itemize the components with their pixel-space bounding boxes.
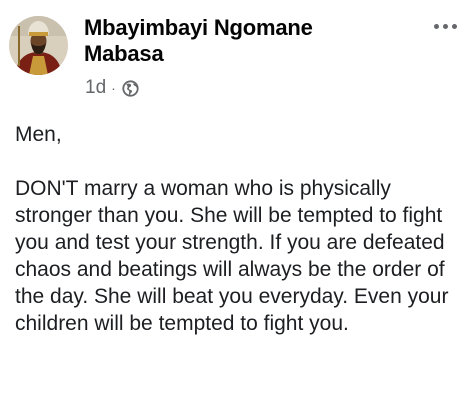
more-options-dot (451, 23, 457, 29)
more-options-icon (433, 23, 439, 29)
post-text: Men, DON'T marry a woman who is physical… (15, 121, 463, 337)
facebook-post: Mbayimbayi Ngomane Mabasa 1d · Men, DON'… (0, 0, 468, 403)
avatar[interactable] (9, 16, 68, 75)
post-meta: 1d · (85, 77, 139, 99)
author-name[interactable]: Mbayimbayi Ngomane Mabasa (84, 15, 374, 67)
post-greeting: Men, (15, 123, 62, 146)
timestamp[interactable]: 1d (85, 77, 106, 99)
more-options-button[interactable] (427, 16, 463, 36)
separator: · (111, 80, 116, 96)
globe-icon[interactable] (122, 79, 139, 97)
more-options-dot (442, 23, 448, 29)
post-body-paragraph: DON'T marry a woman who is physically st… (15, 177, 449, 335)
